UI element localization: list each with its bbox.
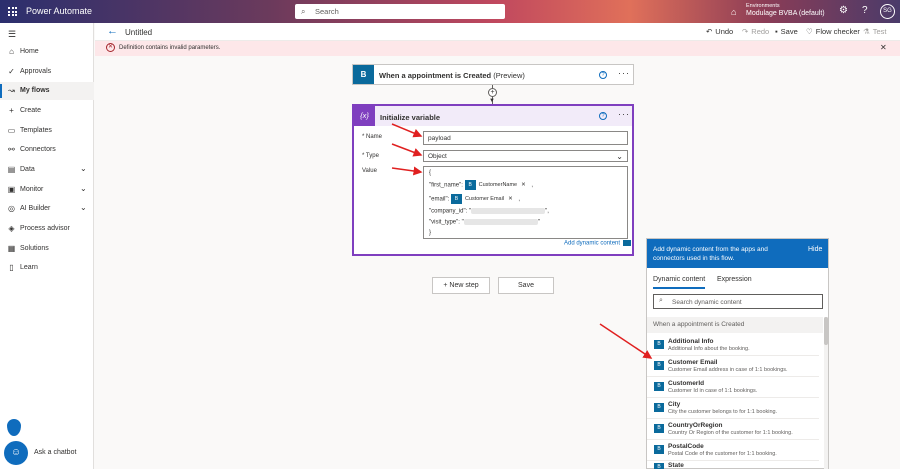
annotation-arrow bbox=[391, 166, 423, 176]
annotation-arrow bbox=[599, 323, 653, 359]
annotation-arrows bbox=[391, 123, 653, 359]
annotation-arrow bbox=[391, 143, 423, 157]
annotation-arrow bbox=[391, 123, 423, 138]
